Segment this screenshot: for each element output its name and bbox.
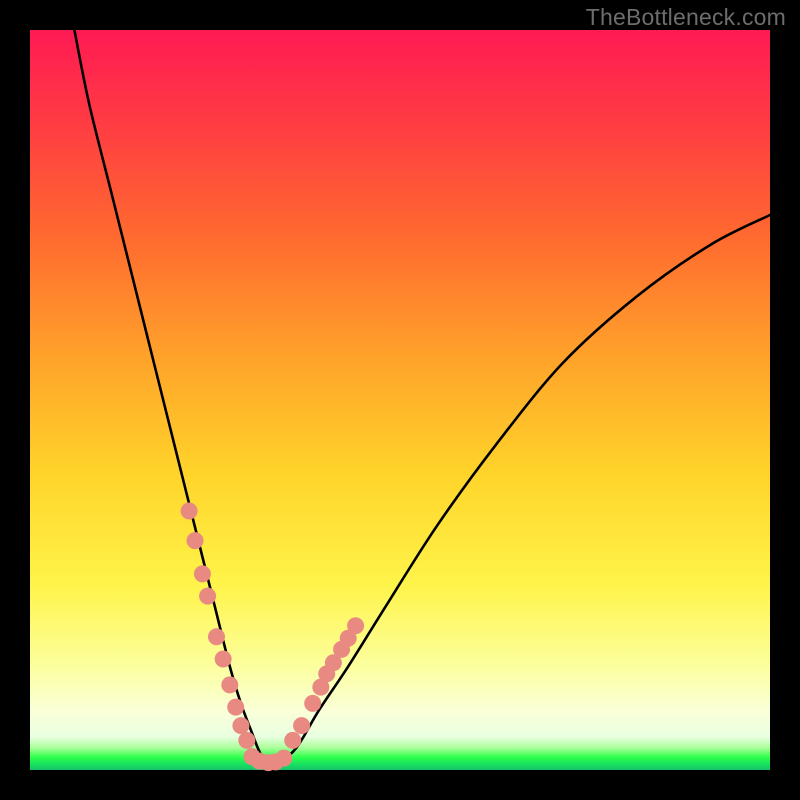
highlight-dot	[275, 750, 292, 767]
highlight-dot	[304, 695, 321, 712]
watermark-text: TheBottleneck.com	[586, 4, 786, 31]
highlight-dot	[347, 617, 364, 634]
chart-svg	[30, 30, 770, 770]
highlight-dot	[215, 651, 232, 668]
plot-area	[30, 30, 770, 770]
highlight-dot	[199, 588, 216, 605]
highlight-dot	[238, 732, 255, 749]
highlight-dot	[227, 699, 244, 716]
highlight-dot	[221, 676, 238, 693]
highlight-dot	[208, 628, 225, 645]
highlight-dot	[181, 503, 198, 520]
chart-frame: TheBottleneck.com	[0, 0, 800, 800]
bottleneck-curve	[74, 30, 770, 764]
highlight-dots-right	[284, 617, 364, 749]
highlight-dot	[293, 717, 310, 734]
highlight-dot	[284, 732, 301, 749]
highlight-dot	[194, 565, 211, 582]
highlight-dot	[232, 717, 249, 734]
highlight-dots-bottom	[244, 748, 293, 771]
highlight-dot	[187, 532, 204, 549]
